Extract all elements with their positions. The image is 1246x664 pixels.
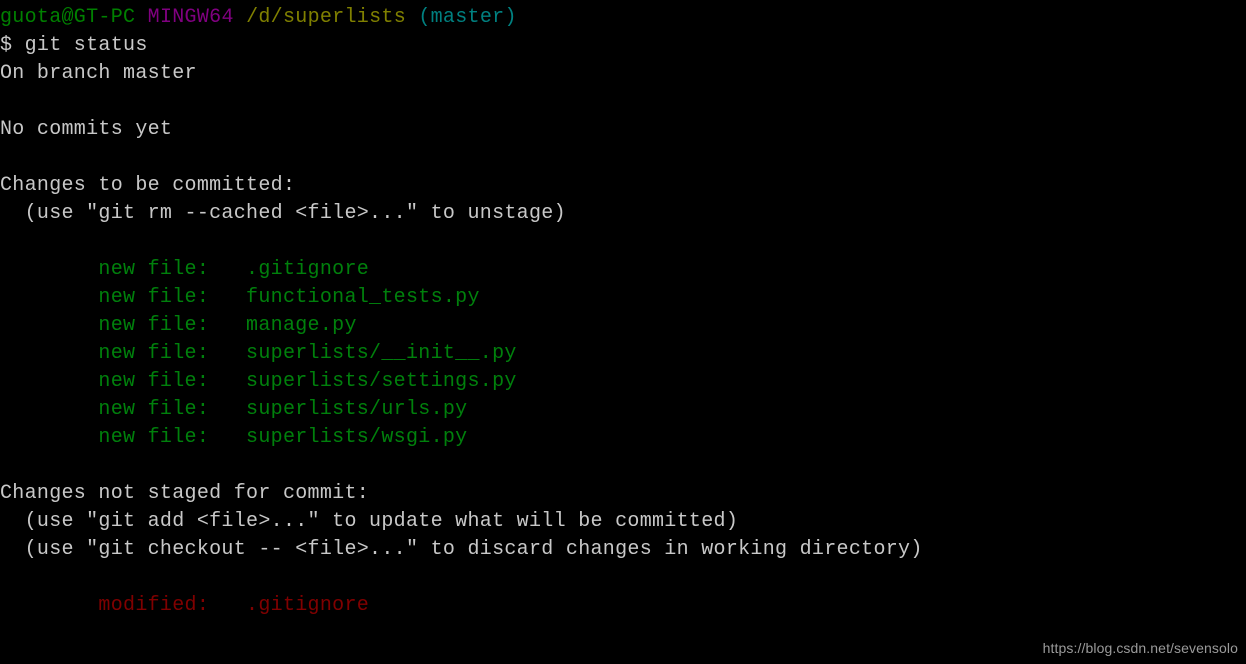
terminal-line-staged-header: Changes to be committed: [0, 172, 1246, 200]
terminal-line-blank-5 [0, 564, 1246, 592]
terminal-line-staged-hint: (use ″git rm --cached <file>...″ to unst… [0, 200, 1246, 228]
terminal-segment-staged-init-0: new file: superlists/__init__.py [0, 342, 517, 365]
terminal-line-branch-status: On branch master [0, 60, 1246, 88]
terminal-line-unstaged-hint-add: (use ″git add <file>...″ to update what … [0, 508, 1246, 536]
terminal-segment-blank-4-0 [0, 454, 12, 477]
terminal-window[interactable]: guota@GT-PC MINGW64 /d/superlists (maste… [0, 0, 1246, 664]
terminal-segment-command-line-0: $ git status [0, 34, 148, 57]
terminal-line-staged-urls: new file: superlists/urls.py [0, 396, 1246, 424]
terminal-line-unstaged-header: Changes not staged for commit: [0, 480, 1246, 508]
terminal-line-staged-gitignore: new file: .gitignore [0, 256, 1246, 284]
terminal-segment-unstaged-header-0: Changes not staged for commit: [0, 482, 370, 505]
terminal-segment-staged-hint-0: (use ″git rm --cached <file>...″ to unst… [0, 202, 566, 225]
terminal-line-blank-2 [0, 144, 1246, 172]
terminal-output: guota@GT-PC MINGW64 /d/superlists (maste… [0, 4, 1246, 620]
terminal-line-blank-3 [0, 228, 1246, 256]
terminal-line-prompt-line: guota@GT-PC MINGW64 /d/superlists (maste… [0, 4, 1246, 32]
terminal-segment-branch-status-0: On branch master [0, 62, 197, 85]
terminal-segment-blank-1-0 [0, 90, 12, 113]
terminal-line-blank-1 [0, 88, 1246, 116]
terminal-line-no-commits: No commits yet [0, 116, 1246, 144]
terminal-segment-unstaged-hint-checkout-0: (use ″git checkout -- <file>...″ to disc… [0, 538, 923, 561]
terminal-line-staged-wsgi: new file: superlists/wsgi.py [0, 424, 1246, 452]
terminal-line-staged-settings: new file: superlists/settings.py [0, 368, 1246, 396]
terminal-segment-blank-2-0 [0, 146, 12, 169]
terminal-segment-staged-wsgi-0: new file: superlists/wsgi.py [0, 426, 468, 449]
terminal-segment-staged-settings-0: new file: superlists/settings.py [0, 370, 517, 393]
terminal-line-unstaged-gitignore: modified: .gitignore [0, 592, 1246, 620]
terminal-segment-prompt-line-5 [406, 6, 418, 29]
terminal-segment-blank-5-0 [0, 566, 12, 589]
terminal-line-blank-4 [0, 452, 1246, 480]
terminal-line-staged-functional-tests: new file: functional_tests.py [0, 284, 1246, 312]
terminal-segment-prompt-line-6: (master) [418, 6, 517, 29]
terminal-segment-prompt-line-4: /d/superlists [246, 6, 407, 29]
terminal-segment-prompt-line-0: guota@GT-PC [0, 6, 136, 29]
terminal-segment-blank-3-0 [0, 230, 12, 253]
terminal-line-staged-manage: new file: manage.py [0, 312, 1246, 340]
terminal-segment-staged-functional-tests-0: new file: functional_tests.py [0, 286, 480, 309]
watermark-label: https://blog.csdn.net/sevensolo [1042, 640, 1238, 656]
terminal-segment-staged-gitignore-0: new file: .gitignore [0, 258, 370, 281]
terminal-line-staged-init: new file: superlists/__init__.py [0, 340, 1246, 368]
terminal-segment-unstaged-gitignore-0: modified: .gitignore [0, 594, 370, 617]
terminal-segment-no-commits-0: No commits yet [0, 118, 173, 141]
terminal-line-command-line: $ git status [0, 32, 1246, 60]
terminal-segment-prompt-line-1 [135, 6, 147, 29]
terminal-line-unstaged-hint-checkout: (use ″git checkout -- <file>...″ to disc… [0, 536, 1246, 564]
terminal-segment-staged-header-0: Changes to be committed: [0, 174, 296, 197]
terminal-segment-staged-manage-0: new file: manage.py [0, 314, 357, 337]
terminal-segment-staged-urls-0: new file: superlists/urls.py [0, 398, 468, 421]
terminal-segment-prompt-line-2: MINGW64 [147, 6, 234, 29]
terminal-segment-unstaged-hint-add-0: (use ″git add <file>...″ to update what … [0, 510, 739, 533]
terminal-segment-prompt-line-3 [234, 6, 246, 29]
